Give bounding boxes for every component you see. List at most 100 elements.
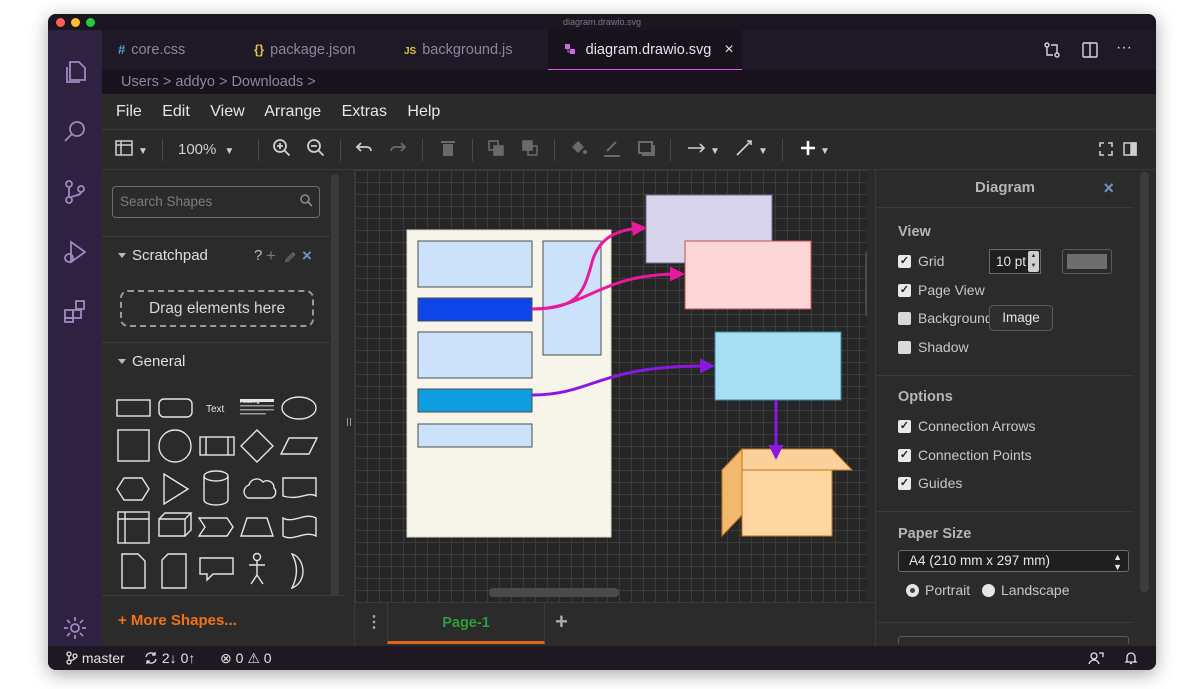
line-color-icon[interactable] [602,137,622,163]
more-actions-icon[interactable]: ··· [1116,40,1136,60]
shape-callout[interactable] [199,557,234,582]
landscape-radio-row[interactable]: Landscape [982,581,1070,599]
pink-box-shape[interactable] [684,240,812,310]
source-control-icon[interactable] [61,178,89,206]
shape-actor[interactable] [249,552,265,585]
shape-hexagon[interactable] [116,477,150,501]
shape-diamond[interactable] [240,429,274,463]
zoom-in-icon[interactable] [272,137,292,163]
cyan-bar-shape[interactable] [417,388,533,413]
add-page-icon[interactable]: + [555,609,568,635]
shape-rounded-rectangle[interactable] [158,398,193,418]
grid-size-stepper[interactable]: ▲ ▼ [1028,251,1039,272]
blue-bar-shape[interactable] [417,423,533,448]
blue-box-shape[interactable] [417,331,533,379]
canvas-horizontal-scrollbar[interactable] [489,588,619,597]
diagram-canvas[interactable] [355,170,867,602]
shape-ellipse[interactable] [281,396,317,420]
guides-checkbox[interactable]: ✓ [898,476,911,490]
format-panel-scrollbar[interactable] [1140,172,1149,592]
shape-text[interactable]: Text [206,404,224,415]
fullscreen-icon[interactable] [1098,137,1114,163]
background-checkbox-row[interactable]: Background [898,309,993,327]
grid-checkbox[interactable]: ✓ [898,254,911,268]
edit-pencil-icon[interactable] [284,239,296,277]
maximize-window-button[interactable] [86,18,95,27]
settings-gear-icon[interactable] [61,614,89,642]
search-icon[interactable] [61,118,89,146]
portrait-radio-row[interactable]: Portrait [906,581,970,599]
close-window-button[interactable] [56,18,65,27]
shape-card[interactable] [161,553,187,589]
redo-icon[interactable] [388,137,408,163]
toggle-panel-icon[interactable] [1122,137,1138,163]
canvas-vertical-scrollbar[interactable] [865,250,867,318]
scratchpad-help-icon[interactable]: ? [254,237,262,275]
shape-cloud[interactable] [243,478,277,499]
sync-indicator[interactable]: 2↓ 0↑ [144,646,195,670]
shadow-checkbox[interactable] [898,340,911,354]
tab-core-css[interactable]: # core.css [102,30,238,70]
shape-or[interactable] [290,552,304,590]
branch-indicator[interactable]: master [66,646,125,670]
background-image-button[interactable]: Image [989,305,1053,331]
tab-page-1[interactable]: Page-1 [387,603,545,644]
shape-square[interactable] [117,429,150,462]
menu-file[interactable]: File [116,103,142,120]
shape-circle[interactable] [158,429,192,463]
breadcrumb-downloads[interactable]: Downloads [231,74,303,90]
grid-color-button[interactable] [1062,249,1112,274]
notifications-bell-icon[interactable] [1124,646,1138,670]
menu-extras[interactable]: Extras [342,103,387,120]
more-shapes-button[interactable]: + More Shapes... [102,595,344,646]
delete-icon[interactable] [438,137,458,163]
feedback-icon[interactable] [1088,646,1104,670]
guides-row[interactable]: ✓ Guides [898,474,962,492]
panel-next-control[interactable] [898,636,1129,644]
dark-blue-bar-shape[interactable] [417,297,533,322]
zoom-select[interactable]: 100% ▼ [178,137,234,163]
shape-document[interactable] [282,477,317,499]
to-back-icon[interactable] [520,137,540,163]
search-shapes-input[interactable]: Search Shapes [112,186,320,218]
page-view-checkbox-row[interactable]: ✓ Page View [898,281,985,299]
close-tab-icon[interactable]: × [724,41,733,58]
shadow-icon[interactable] [636,137,656,163]
portrait-radio[interactable] [906,583,919,597]
add-icon[interactable]: + [266,237,276,275]
shape-step[interactable] [197,517,234,537]
background-checkbox[interactable] [898,311,911,325]
zoom-out-icon[interactable] [306,137,326,163]
fill-color-icon[interactable] [568,137,588,163]
close-icon[interactable]: × [302,237,312,275]
sidebar-splitter[interactable] [344,170,355,646]
menu-edit[interactable]: Edit [162,103,190,120]
extensions-icon[interactable] [61,298,89,326]
menu-view[interactable]: View [210,103,244,120]
undo-icon[interactable] [354,137,374,163]
tab-diagram-drawio[interactable]: diagram.drawio.svg × [548,30,742,70]
grid-checkbox-row[interactable]: ✓ Grid [898,252,944,270]
shape-trapezoid[interactable] [240,517,274,537]
connection-style-icon[interactable]: ▼ [686,137,720,163]
menu-help[interactable]: Help [407,103,440,120]
connection-points-checkbox[interactable]: ✓ [898,448,911,462]
menu-arrange[interactable]: Arrange [264,103,321,120]
scratchpad-dropzone[interactable]: Drag elements here [120,290,314,327]
orange-cube-shape[interactable] [720,447,854,538]
to-front-icon[interactable] [486,137,506,163]
problems-indicator[interactable]: ⊗ 0 ⚠ 0 [220,646,272,670]
shape-rectangle[interactable] [116,399,151,417]
blue-box-shape[interactable] [417,240,533,288]
page-view-checkbox[interactable]: ✓ [898,283,911,297]
explorer-icon[interactable] [61,58,89,86]
shape-note[interactable] [121,553,146,589]
minimize-window-button[interactable] [71,18,80,27]
light-blue-box-shape[interactable] [714,331,842,401]
general-header[interactable]: General [102,342,330,380]
paper-size-select[interactable]: A4 (210 mm x 297 mm) ▲ ▼ [898,550,1129,572]
close-panel-icon[interactable]: × [1103,170,1114,206]
shape-process[interactable] [199,436,235,456]
shape-triangle[interactable] [163,472,190,506]
breadcrumb-addyo[interactable]: addyo [175,74,215,90]
